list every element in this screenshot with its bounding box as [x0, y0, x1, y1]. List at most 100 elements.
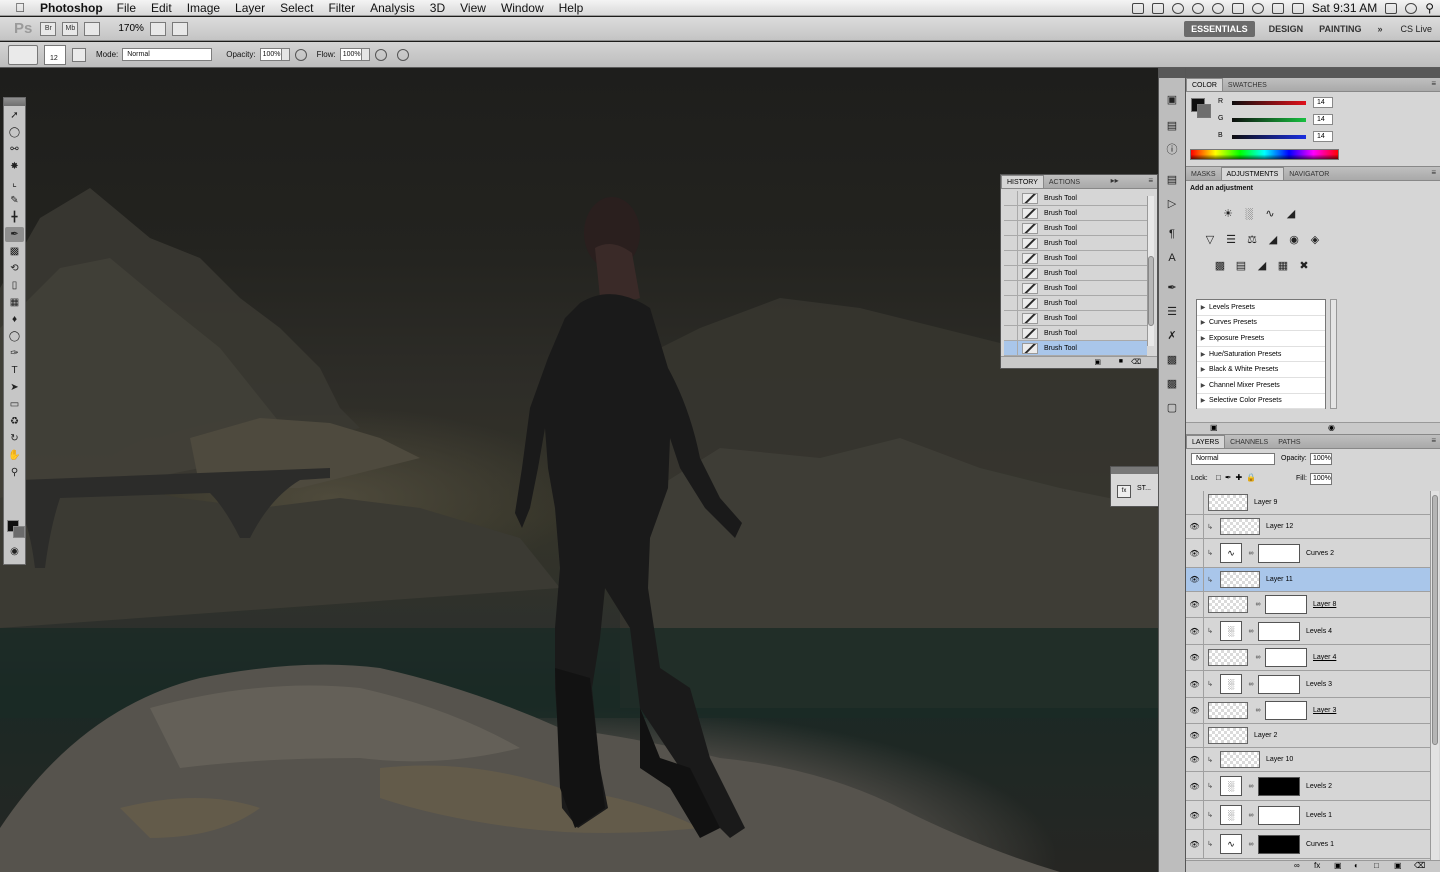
layer-row[interactable]: 👁 ↳ ∿ ∞ Curves 2 [1186, 539, 1430, 568]
flow-dropdown[interactable] [361, 48, 370, 61]
zoom-level[interactable]: 170% [118, 23, 144, 34]
3d-panel-icon[interactable]: ▢ [1163, 400, 1181, 416]
navigator-icon[interactable]: ▤ [1163, 118, 1181, 134]
history-state[interactable]: Brush Tool [1004, 325, 1147, 341]
hue-saturation-icon[interactable]: ☰ [1223, 232, 1239, 248]
red-slider-track[interactable] [1232, 101, 1306, 105]
workspace-design[interactable]: DESIGN [1261, 24, 1312, 34]
history-snapshot-checkbox[interactable] [1004, 325, 1018, 341]
quick-selection-tool-icon[interactable]: ✸ [5, 159, 24, 174]
dock-collapse-bar[interactable] [1159, 68, 1185, 78]
green-value-field[interactable]: 14 [1313, 114, 1333, 125]
brush-presets-icon[interactable]: ✒ [1163, 280, 1181, 296]
workspace-painting[interactable]: PAINTING [1311, 24, 1369, 34]
history-state[interactable]: Brush Tool [1004, 235, 1147, 251]
move-tool-icon[interactable]: ➚ [5, 108, 24, 123]
layer-row[interactable]: 👁 ↳ Layer 10 [1186, 748, 1430, 772]
layer-mask-thumbnail[interactable] [1258, 674, 1300, 694]
history-state[interactable]: Brush Tool [1004, 250, 1147, 266]
preset-item[interactable]: ▶ Levels Presets [1197, 300, 1325, 316]
fill-field[interactable]: 100% [1310, 473, 1332, 485]
clip-to-layer-icon[interactable]: ◉ [1328, 423, 1335, 432]
tool-preset-picker[interactable] [8, 44, 38, 65]
wifi-icon[interactable] [1251, 2, 1264, 14]
preset-item[interactable]: ▶ Hue/Saturation Presets [1197, 347, 1325, 363]
actions-icon[interactable]: ▷ [1163, 196, 1181, 212]
blend-mode-select[interactable]: Normal [1191, 453, 1275, 465]
eye-icon[interactable]: 👁 [1186, 830, 1204, 858]
history-snapshot-checkbox[interactable] [1004, 280, 1018, 296]
layer-row[interactable]: 👁 ↳ ∿ ∞ Curves 1 [1186, 830, 1430, 859]
adjustment-view-icon[interactable]: ▣ [1210, 423, 1218, 432]
brightness-contrast-icon[interactable]: ☀ [1220, 206, 1236, 222]
bridge-button[interactable]: Br [40, 21, 57, 36]
preset-item[interactable]: ▶ Exposure Presets [1197, 331, 1325, 347]
tab-channels[interactable]: CHANNELS [1225, 436, 1273, 448]
clone-source-icon[interactable]: ▩ [1163, 352, 1181, 368]
threshold-icon[interactable]: ◢ [1254, 258, 1270, 274]
app-menu[interactable]: Photoshop [40, 1, 103, 15]
adobe-status-icon[interactable] [1151, 2, 1164, 14]
sync-icon[interactable] [1171, 2, 1184, 14]
styles-fx-icon[interactable]: fx [1117, 485, 1131, 498]
eye-icon[interactable]: 👁 [1186, 645, 1204, 670]
stamp-icon[interactable]: ▩ [1163, 376, 1181, 392]
tab-color[interactable]: COLOR [1186, 78, 1223, 91]
layer-opacity-field[interactable]: 100% [1310, 453, 1332, 465]
blue-slider-track[interactable] [1232, 135, 1306, 139]
display-icon[interactable] [1231, 2, 1244, 14]
brush-tool-icon[interactable]: ✒ [5, 227, 24, 242]
red-value-field[interactable]: 14 [1313, 97, 1333, 108]
layers-scroll-thumb[interactable] [1432, 495, 1438, 745]
arrange-documents-button[interactable] [149, 21, 166, 36]
preset-item[interactable]: ▶ Curves Presets [1197, 316, 1325, 332]
history-state[interactable]: Brush Tool [1004, 310, 1147, 326]
invert-icon[interactable]: ▩ [1212, 258, 1228, 274]
apple-menu-icon[interactable]:  [0, 0, 40, 15]
link-icon[interactable]: ∞ [1247, 783, 1255, 790]
eye-icon[interactable]: 👁 [1186, 539, 1204, 567]
history-snapshot-checkbox[interactable] [1004, 220, 1018, 236]
history-snapshot-checkbox[interactable] [1004, 235, 1018, 251]
color-spectrum-ramp[interactable] [1190, 149, 1339, 160]
volume-icon[interactable] [1271, 2, 1284, 14]
bluetooth-icon[interactable] [1385, 2, 1398, 14]
eye-icon[interactable]: 👁 [1186, 748, 1204, 771]
photo-filter-icon[interactable]: ◉ [1286, 232, 1302, 248]
history-snapshot-checkbox[interactable] [1004, 340, 1018, 356]
trash-icon[interactable]: ⌫ [1414, 861, 1425, 870]
menu-analysis[interactable]: Analysis [370, 1, 415, 15]
color-balance-icon[interactable]: ⚖ [1244, 232, 1260, 248]
panel-column-grip[interactable] [1186, 68, 1440, 78]
link-icon[interactable]: ∞ [1254, 654, 1262, 661]
airbrush-icon[interactable] [374, 48, 387, 61]
history-state[interactable]: Brush Tool [1004, 220, 1147, 236]
tab-actions[interactable]: ACTIONS [1044, 176, 1085, 188]
info-icon[interactable]: ⓘ [1163, 142, 1181, 158]
history-icon[interactable]: ▤ [1163, 172, 1181, 188]
eye-icon[interactable]: 👁 [1186, 801, 1204, 829]
layer-mask-thumbnail[interactable] [1258, 776, 1300, 796]
rectangle-tool-icon[interactable]: ▭ [5, 397, 24, 412]
lock-icons[interactable]: □✒✚🔒 [1216, 473, 1260, 482]
mini-bridge-button[interactable]: Mb [62, 21, 79, 36]
tab-masks[interactable]: MASKS [1186, 168, 1221, 180]
styles-panel-grip[interactable] [1111, 467, 1164, 474]
black-white-icon[interactable]: ◢ [1265, 232, 1281, 248]
tab-swatches[interactable]: SWATCHES [1223, 79, 1272, 91]
crop-tool-icon[interactable]: ⌞ [5, 176, 24, 191]
background-color[interactable] [1197, 104, 1211, 118]
disclosure-triangle-icon[interactable]: ▶ [1197, 382, 1209, 389]
time-machine-icon[interactable] [1191, 2, 1204, 14]
layer-row[interactable]: 👁 ∞ Layer 3 [1186, 698, 1430, 724]
eye-icon[interactable]: 👁 [1186, 671, 1204, 697]
link-icon[interactable]: ∞ [1254, 707, 1262, 714]
history-snapshot-checkbox[interactable] [1004, 250, 1018, 266]
dodge-tool-icon[interactable]: ◯ [5, 329, 24, 344]
menu-edit[interactable]: Edit [151, 1, 172, 15]
disclosure-triangle-icon[interactable]: ▶ [1197, 397, 1209, 404]
spotlight-search-icon[interactable]: ⚲ [1425, 1, 1434, 15]
link-icon[interactable]: ∞ [1247, 812, 1255, 819]
blue-value-field[interactable]: 14 [1313, 131, 1333, 142]
menu-window[interactable]: Window [501, 1, 544, 15]
